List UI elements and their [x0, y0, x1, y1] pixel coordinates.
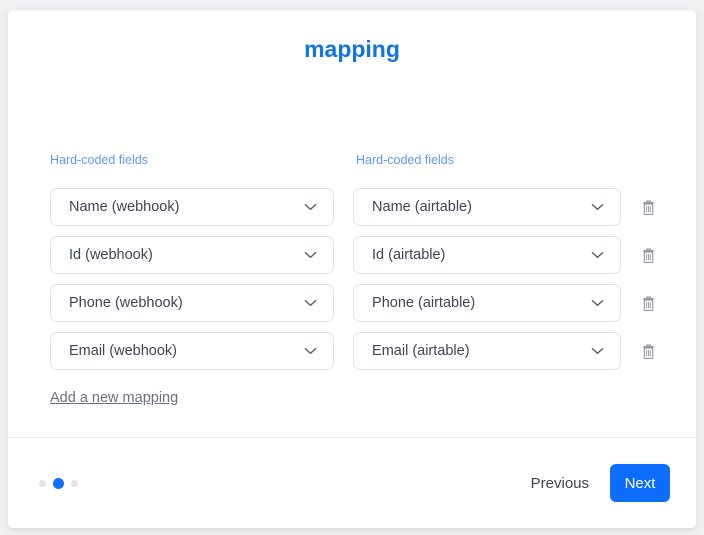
target-field-select-1[interactable]: Name (airtable) [353, 188, 621, 226]
chevron-down-icon [591, 299, 604, 307]
step-dot-2[interactable] [53, 478, 64, 489]
target-field-value: Phone (airtable) [372, 295, 475, 311]
target-field-select-2[interactable]: Id (airtable) [353, 236, 621, 274]
source-field-select-3[interactable]: Phone (webhook) [50, 284, 334, 322]
step-dot-1[interactable] [39, 480, 46, 487]
chevron-down-icon [304, 251, 317, 259]
chevron-down-icon [591, 347, 604, 355]
mapping-row: Phone (webhook) Phone (airtable) [50, 284, 658, 322]
delete-mapping-button-2[interactable] [638, 245, 658, 265]
trash-icon [641, 343, 656, 360]
chevron-down-icon [304, 347, 317, 355]
target-column-label: Hard-coded fields [356, 153, 454, 168]
target-field-value: Email (airtable) [372, 343, 470, 359]
footer-actions: Previous Next [531, 464, 670, 502]
chevron-down-icon [591, 203, 604, 211]
step-indicator [39, 478, 85, 489]
modal-title: mapping [8, 37, 696, 61]
delete-mapping-button-4[interactable] [638, 341, 658, 361]
mapping-modal: mapping Hard-coded fields Hard-coded fie… [8, 10, 696, 528]
source-field-value: Id (webhook) [69, 247, 153, 263]
chevron-down-icon [304, 299, 317, 307]
delete-mapping-button-1[interactable] [638, 197, 658, 217]
source-field-select-1[interactable]: Name (webhook) [50, 188, 334, 226]
source-field-select-2[interactable]: Id (webhook) [50, 236, 334, 274]
page-background: mapping Hard-coded fields Hard-coded fie… [0, 0, 704, 535]
target-field-select-4[interactable]: Email (airtable) [353, 332, 621, 370]
mapping-row: Id (webhook) Id (airtable) [50, 236, 658, 274]
source-field-select-4[interactable]: Email (webhook) [50, 332, 334, 370]
chevron-down-icon [304, 203, 317, 211]
target-field-select-3[interactable]: Phone (airtable) [353, 284, 621, 322]
modal-footer: Previous Next [8, 438, 696, 528]
trash-icon [641, 199, 656, 216]
chevron-down-icon [591, 251, 604, 259]
target-field-value: Name (airtable) [372, 199, 472, 215]
target-field-value: Id (airtable) [372, 247, 445, 263]
mapping-row: Email (webhook) Email (airtable) [50, 332, 658, 370]
column-labels-row: Hard-coded fields Hard-coded fields [50, 153, 658, 168]
source-field-value: Name (webhook) [69, 199, 179, 215]
mapping-content: Hard-coded fields Hard-coded fields Name… [8, 61, 696, 437]
source-field-value: Phone (webhook) [69, 295, 183, 311]
delete-mapping-button-3[interactable] [638, 293, 658, 313]
source-column-label: Hard-coded fields [50, 153, 356, 168]
next-button[interactable]: Next [610, 464, 670, 502]
trash-icon [641, 247, 656, 264]
step-dot-3[interactable] [71, 480, 78, 487]
add-mapping-link[interactable]: Add a new mapping [50, 390, 178, 406]
source-field-value: Email (webhook) [69, 343, 177, 359]
trash-icon [641, 295, 656, 312]
mapping-row: Name (webhook) Name (airtable) [50, 188, 658, 226]
previous-button[interactable]: Previous [531, 475, 589, 492]
